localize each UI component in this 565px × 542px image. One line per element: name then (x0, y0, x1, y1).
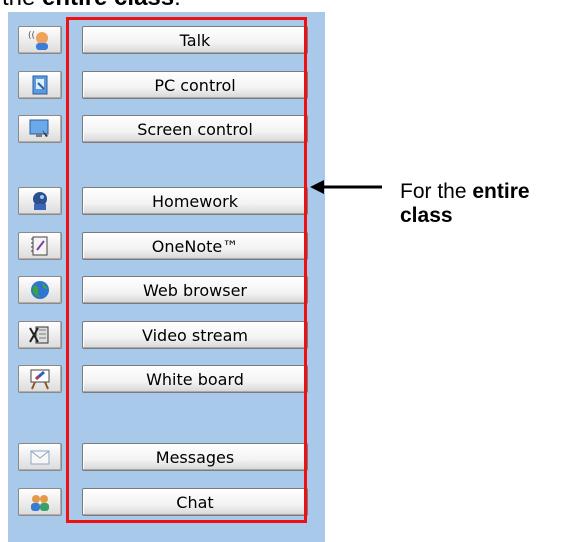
onenote-button[interactable]: OneNote™ (82, 232, 308, 260)
chat-row: Chat (8, 488, 308, 516)
homework-button[interactable]: Homework (82, 187, 308, 215)
talk-button[interactable]: Talk (82, 26, 308, 54)
arrow-icon (310, 180, 382, 194)
white-board-row: White board (8, 365, 308, 393)
screen-control-icon-button[interactable] (18, 115, 62, 143)
messages-icon-button[interactable] (18, 443, 62, 471)
messages-button[interactable]: Messages (82, 443, 308, 471)
video-stream-row: Video stream (8, 321, 308, 349)
chat-icon-button[interactable] (18, 488, 62, 516)
homework-icon-button[interactable] (18, 187, 62, 215)
screen-control-button[interactable]: Screen control (82, 115, 308, 143)
white-board-button[interactable]: White board (82, 365, 308, 393)
web-browser-icon (31, 281, 49, 299)
messages-icon (30, 450, 50, 465)
pc-control-row: PC control (8, 71, 308, 99)
pc-control-icon-button[interactable] (18, 71, 62, 99)
pc-control-button[interactable]: PC control (82, 71, 308, 99)
svg-text:((: (( (28, 31, 35, 41)
video-stream-icon-button[interactable] (18, 321, 62, 349)
talk-icon-button[interactable]: (( (18, 26, 62, 54)
white-board-icon (30, 369, 50, 390)
onenote-icon-button[interactable] (18, 232, 62, 260)
screen-control-icon (29, 119, 49, 137)
chat-button[interactable]: Chat (82, 488, 308, 516)
caption-text: the entire class: (2, 0, 181, 12)
video-stream-button[interactable]: Video stream (82, 321, 308, 349)
web-browser-icon-button[interactable] (18, 276, 62, 304)
web-browser-row: Web browser (8, 276, 308, 304)
talk-row: (( Talk (8, 26, 308, 54)
homework-icon (33, 192, 47, 210)
talk-icon: (( (28, 31, 48, 50)
web-browser-button[interactable]: Web browser (82, 276, 308, 304)
messages-row: Messages (8, 443, 308, 471)
onenote-icon (31, 236, 48, 256)
screen-control-row: Screen control (8, 115, 308, 143)
annotation-text: For the entire class (400, 180, 530, 227)
pc-control-icon (32, 75, 48, 95)
video-stream-icon (29, 326, 49, 344)
homework-row: Homework (8, 187, 308, 215)
onenote-row: OneNote™ (8, 232, 308, 260)
white-board-icon-button[interactable] (18, 365, 62, 393)
chat-icon (31, 495, 49, 511)
